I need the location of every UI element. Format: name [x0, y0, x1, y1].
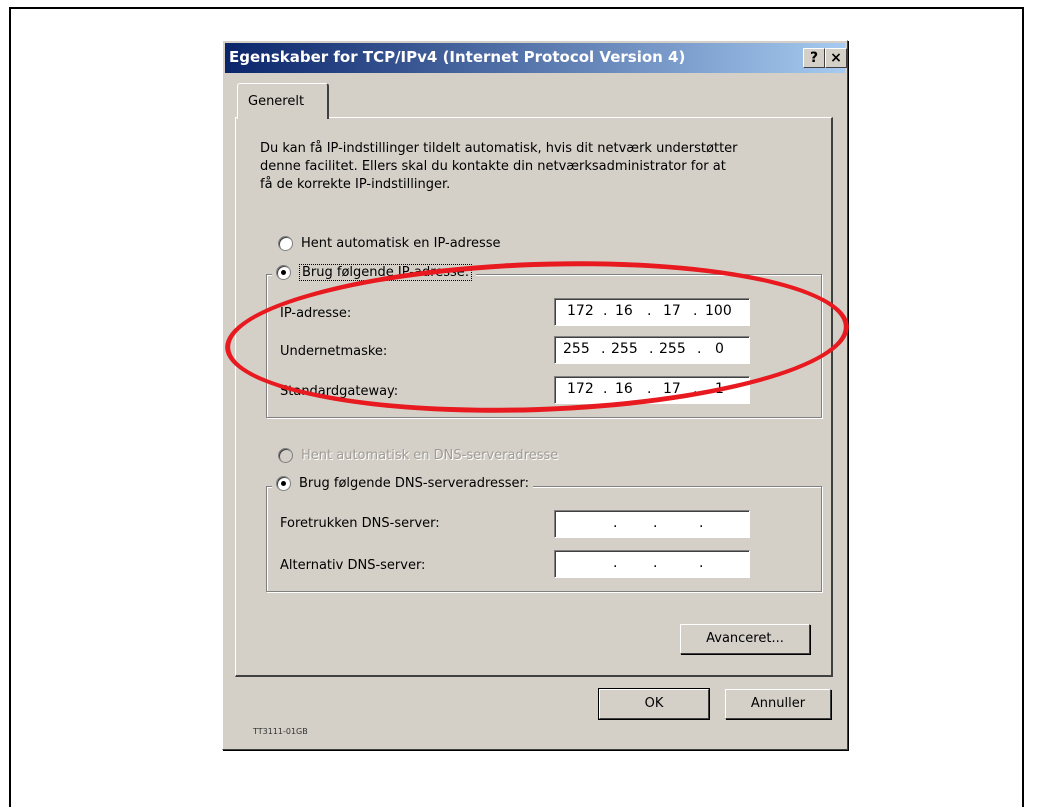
- preferred-dns-label: Foretrukken DNS-server:: [280, 516, 440, 531]
- advanced-button[interactable]: Avanceret...: [680, 624, 810, 654]
- radio-manual-dns-indicator: [276, 476, 291, 491]
- radio-auto-dns-label: Hent automatisk en DNS-serveradresse: [301, 448, 559, 463]
- radio-auto-dns: Hent automatisk en DNS-serveradresse: [278, 448, 558, 463]
- radio-manual-dns-label: Brug følgende DNS-serveradresser:: [299, 476, 530, 491]
- window-title: Egenskaber for TCP/IPv4 (Internet Protoc…: [229, 48, 686, 66]
- preferred-dns-input[interactable]: ...: [554, 510, 750, 538]
- radio-auto-dns-indicator: [278, 448, 293, 463]
- alternate-dns-label: Alternativ DNS-server:: [280, 558, 426, 573]
- tab-label: Generelt: [248, 94, 305, 109]
- radio-auto-ip-label: Hent automatisk en IP-adresse: [301, 236, 501, 251]
- radio-manual-ip-indicator: [276, 265, 291, 280]
- intro-text: Du kan få IP-indstillinger tildelt autom…: [260, 141, 738, 192]
- figure-caption: TT3111-01GB: [253, 727, 308, 736]
- tab-generelt[interactable]: Generelt: [237, 83, 329, 119]
- title-bar: Egenskaber for TCP/IPv4 (Internet Protoc…: [225, 43, 847, 73]
- help-button[interactable]: ?: [803, 48, 825, 68]
- radio-manual-dns[interactable]: Brug følgende DNS-serveradresser:: [272, 476, 534, 491]
- alternate-dns-input[interactable]: ...: [554, 550, 750, 578]
- close-button[interactable]: ×: [825, 48, 847, 68]
- radio-auto-ip-indicator: [278, 236, 293, 251]
- radio-auto-ip[interactable]: Hent automatisk en IP-adresse: [278, 236, 501, 251]
- cancel-button[interactable]: Annuller: [725, 689, 831, 719]
- ok-button[interactable]: OK: [598, 688, 710, 720]
